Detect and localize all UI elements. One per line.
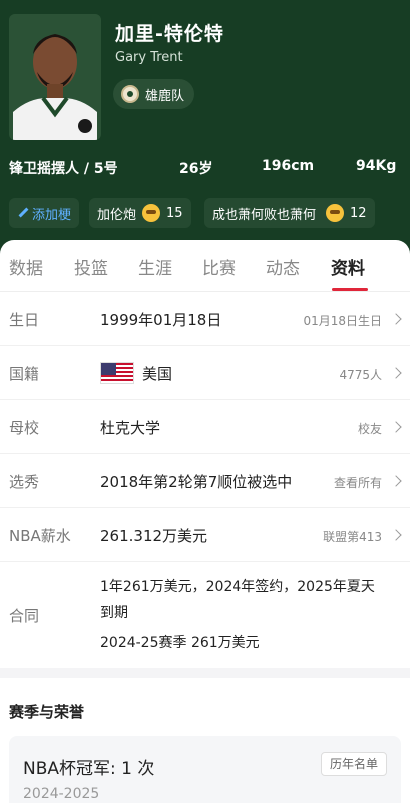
nationality-count: 4775人: [339, 368, 382, 382]
salary-label: NBA薪水: [9, 527, 71, 545]
laugh-emoji-icon: [142, 204, 161, 222]
tab-career[interactable]: 生涯: [138, 254, 172, 279]
draft-view-all: 查看所有: [333, 476, 382, 490]
player-header: 加里-特伦特 Gary Trent 雄鹿队 锋卫摇摆人 / 5号 26岁 196…: [0, 0, 410, 262]
profile-sheet: 数据 投篮 生涯 比赛 动态 资料 生日 1999年01月18日 01月18日生…: [0, 240, 410, 803]
contract-row: 合同 1年261万美元，2024年签约，2025年夏天 到期 2024-25赛季…: [0, 562, 410, 668]
laugh-emoji-icon: [326, 204, 345, 222]
player-height: 196cm: [262, 158, 315, 174]
tab-shooting[interactable]: 投篮: [74, 254, 108, 279]
tag-chip-1-count: 15: [166, 205, 183, 221]
contract-line-3: 2024-25赛季 261万美元: [100, 635, 260, 651]
school-label: 母校: [9, 419, 40, 437]
school-value: 杜克大学: [100, 419, 161, 437]
tag-chip-2-text: 成也萧何败也萧何: [212, 207, 317, 223]
team-logo-icon: [121, 85, 139, 103]
active-tab-indicator: [332, 288, 368, 291]
chevron-right-icon: [390, 313, 402, 325]
school-row[interactable]: 母校 杜克大学 校友: [0, 400, 410, 454]
us-flag-icon: [100, 362, 134, 384]
salary-row[interactable]: NBA薪水 261.312万美元 联盟第413: [0, 508, 410, 562]
salary-rank: 联盟第413: [323, 530, 382, 544]
add-tag-button[interactable]: 添加梗: [9, 198, 80, 228]
player-photo: [9, 14, 101, 140]
add-tag-label: 添加梗: [32, 207, 72, 223]
tab-feed[interactable]: 动态: [266, 254, 300, 279]
birthday-value: 1999年01月18日: [100, 311, 222, 329]
contract-line-2: 到期: [100, 605, 128, 621]
tag-chip-1-text: 加伦炮: [97, 207, 137, 223]
birthday-row[interactable]: 生日 1999年01月18日 01月18日生日: [0, 292, 410, 346]
player-name-en: Gary Trent: [115, 50, 183, 65]
team-badge[interactable]: 雄鹿队: [113, 79, 195, 109]
nationality-row[interactable]: 国籍 美国 4775人: [0, 346, 410, 400]
draft-row[interactable]: 选秀 2018年第2轮第7顺位被选中 查看所有: [0, 454, 410, 508]
honor-card: NBA杯冠军: 1 次 历年名单 2024-2025: [9, 736, 401, 803]
player-age: 26岁: [179, 161, 213, 177]
nationality-label: 国籍: [9, 365, 40, 383]
team-name: 雄鹿队: [145, 88, 185, 104]
draft-value: 2018年第2轮第7顺位被选中: [100, 473, 293, 491]
player-weight: 94Kg: [356, 158, 397, 174]
birthday-label: 生日: [9, 311, 40, 329]
tag-chip-2-count: 12: [350, 205, 367, 221]
nationality-value: 美国: [142, 365, 173, 383]
tag-chip-2[interactable]: 成也萧何败也萧何 12: [204, 198, 375, 228]
history-list-button[interactable]: 历年名单: [320, 752, 387, 776]
tab-profile[interactable]: 资料: [331, 254, 365, 279]
honor-title: NBA杯冠军: 1 次: [23, 759, 155, 779]
tag-chip-1[interactable]: 加伦炮 15: [89, 198, 191, 228]
chevron-right-icon: [390, 529, 402, 541]
salary-value: 261.312万美元: [100, 527, 208, 545]
honors-section-title: 赛季与荣誉: [9, 703, 85, 721]
honor-year: 2024-2025: [23, 786, 100, 802]
section-divider: [0, 668, 410, 678]
contract-line-1: 1年261万美元，2024年签约，2025年夏天: [100, 579, 375, 595]
chevron-right-icon: [390, 421, 402, 433]
birthday-note: 01月18日生日: [303, 314, 382, 328]
chevron-right-icon: [390, 367, 402, 379]
contract-label: 合同: [9, 607, 40, 625]
tab-stats[interactable]: 数据: [9, 254, 43, 279]
draft-label: 选秀: [9, 473, 40, 491]
pencil-icon: [17, 207, 29, 219]
player-name-cn: 加里-特伦特: [115, 23, 224, 45]
position-number: 锋卫摇摆人 / 5号: [9, 161, 118, 177]
chevron-right-icon: [390, 475, 402, 487]
tab-games[interactable]: 比赛: [202, 254, 236, 279]
tab-bar: 数据 投篮 生涯 比赛 动态 资料: [0, 240, 410, 292]
school-alumni: 校友: [357, 422, 382, 436]
